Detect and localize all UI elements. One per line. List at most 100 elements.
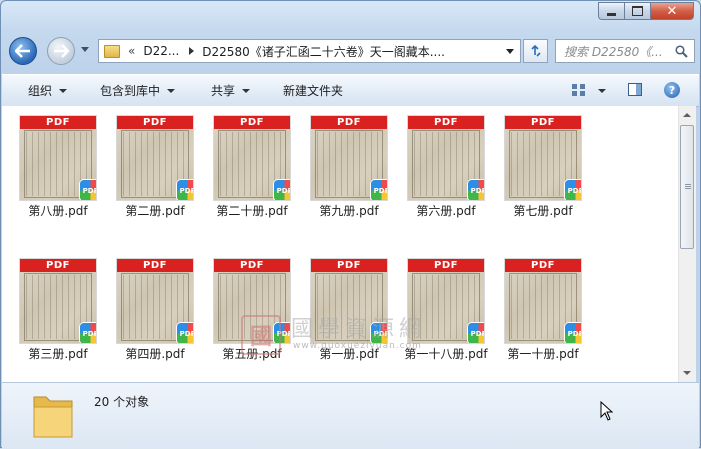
file-item[interactable]: PDF PDF 第二十册.pdf <box>196 106 292 222</box>
pdf-app-icon: PDF <box>177 323 193 343</box>
file-name: 第八册.pdf <box>28 204 88 218</box>
forward-arrow-icon <box>54 44 69 58</box>
details-pane: 20 个对象 <box>2 382 699 449</box>
file-item[interactable]: PDF PDF 第六册.pdf <box>390 106 486 222</box>
pdf-app-icon: PDF <box>80 323 96 343</box>
file-item[interactable]: PDF PDF 第七册.pdf <box>487 106 583 222</box>
pdf-band-label: PDF <box>505 116 581 129</box>
chevron-down-icon <box>242 88 251 93</box>
address-bar[interactable]: « D22... D22580《诸子汇函二十六卷》天一阁藏本.... <box>98 39 521 63</box>
include-in-library-label: 包含到库中 <box>100 84 161 98</box>
file-name: 第一十八册.pdf <box>404 347 488 361</box>
mouse-cursor-icon <box>600 401 614 421</box>
file-name: 第六册.pdf <box>416 204 476 218</box>
refresh-icon <box>530 44 541 57</box>
organize-label: 组织 <box>28 84 53 98</box>
file-name: 第二册.pdf <box>125 204 185 218</box>
file-item[interactable]: PDF PDF 第三册.pdf <box>2 249 98 365</box>
file-list[interactable]: PDF PDF 第八册.pdf PDF PDF 第二册.pdf PDF PDF 第二十册.pdf… <box>2 106 678 382</box>
search-box[interactable]: 搜索 D22580《... <box>555 39 695 63</box>
pdf-band-label: PDF <box>117 116 193 129</box>
forward-button[interactable] <box>47 37 75 65</box>
scroll-down-icon[interactable] <box>683 371 691 375</box>
pdf-thumbnail: PDF PDF <box>20 116 96 200</box>
pdf-app-icon: PDF <box>371 323 387 343</box>
pdf-app-icon: PDF <box>468 323 484 343</box>
recent-pages-dropdown[interactable] <box>81 47 89 52</box>
folder-icon <box>104 44 120 58</box>
file-name: 第三册.pdf <box>28 347 88 361</box>
pdf-app-icon: PDF <box>371 180 387 200</box>
pdf-thumbnail: PDF PDF <box>20 259 96 343</box>
pdf-thumbnail: PDF PDF <box>214 116 290 200</box>
search-icon[interactable] <box>675 45 688 58</box>
help-icon[interactable]: ? <box>664 82 680 98</box>
file-name: 第四册.pdf <box>125 347 185 361</box>
file-item[interactable]: PDF PDF 第四册.pdf <box>99 249 195 365</box>
share-button[interactable]: 共享 <box>211 75 251 106</box>
pdf-band-label: PDF <box>505 259 581 272</box>
new-folder-label: 新建文件夹 <box>283 84 344 98</box>
pdf-thumbnail: PDF PDF <box>117 259 193 343</box>
search-input[interactable]: 搜索 D22580《... <box>564 43 672 60</box>
maximize-icon <box>632 6 643 16</box>
include-in-library-button[interactable]: 包含到库中 <box>100 75 176 106</box>
close-button[interactable]: ✕ <box>650 2 694 20</box>
caption-buttons: ✕ <box>598 2 694 20</box>
file-item[interactable]: PDF PDF 第二册.pdf <box>99 106 195 222</box>
file-name: 第七册.pdf <box>513 204 573 218</box>
pdf-band-label: PDF <box>117 259 193 272</box>
pdf-thumbnail: PDF PDF <box>505 116 581 200</box>
pdf-app-icon: PDF <box>80 180 96 200</box>
breadcrumb-overflow[interactable]: « <box>128 44 135 58</box>
pdf-thumbnail: PDF PDF <box>408 116 484 200</box>
breadcrumb-separator-icon[interactable] <box>189 47 195 55</box>
folder-icon <box>33 396 73 438</box>
refresh-button[interactable] <box>523 39 548 63</box>
file-item[interactable]: PDF PDF 第九册.pdf <box>293 106 389 222</box>
scrollbar-thumb[interactable] <box>680 125 694 249</box>
pdf-app-icon: PDF <box>565 323 581 343</box>
vertical-scrollbar[interactable] <box>678 106 696 382</box>
pdf-band-label: PDF <box>408 116 484 129</box>
address-dropdown[interactable] <box>506 49 514 54</box>
file-name: 第九册.pdf <box>319 204 379 218</box>
back-arrow-icon <box>15 44 30 58</box>
pdf-band-label: PDF <box>214 116 290 129</box>
pdf-thumbnail: PDF PDF <box>505 259 581 343</box>
pdf-app-icon: PDF <box>274 180 290 200</box>
close-icon: ✕ <box>666 3 678 19</box>
explorer-window: ✕ « D22... D22580《诸子汇函二十六卷》天一阁藏本.... 搜索 … <box>0 0 701 449</box>
maximize-button[interactable] <box>624 2 650 20</box>
file-item[interactable]: PDF PDF 第五册.pdf <box>196 249 292 365</box>
pdf-thumbnail: PDF PDF <box>311 116 387 200</box>
file-item[interactable]: PDF PDF 第八册.pdf <box>2 106 98 222</box>
file-item[interactable]: PDF PDF 第一十八册.pdf <box>390 249 488 365</box>
view-options-dropdown[interactable] <box>598 89 606 93</box>
new-folder-button[interactable]: 新建文件夹 <box>283 75 343 106</box>
pdf-band-label: PDF <box>214 259 290 272</box>
command-bar: 组织 包含到库中 共享 新建文件夹 ? <box>2 74 699 107</box>
file-name: 第一十册.pdf <box>507 347 579 361</box>
change-view-icon[interactable] <box>571 83 587 97</box>
chevron-down-icon <box>167 88 176 93</box>
preview-pane-icon[interactable] <box>628 83 642 96</box>
file-item[interactable]: PDF PDF 第一册.pdf <box>293 249 389 365</box>
file-name: 第一册.pdf <box>319 347 379 361</box>
organize-button[interactable]: 组织 <box>28 75 68 106</box>
pdf-thumbnail: PDF PDF <box>117 116 193 200</box>
minimize-button[interactable] <box>598 2 624 20</box>
file-name: 第二十册.pdf <box>216 204 288 218</box>
pdf-band-label: PDF <box>20 116 96 129</box>
back-button[interactable] <box>9 37 37 65</box>
breadcrumb-segment-parent[interactable]: D22... <box>143 44 179 58</box>
breadcrumb-segment-current[interactable]: D22580《诸子汇函二十六卷》天一阁藏本.... <box>202 43 445 60</box>
file-item[interactable]: PDF PDF 第一十册.pdf <box>487 249 583 365</box>
pdf-app-icon: PDF <box>177 180 193 200</box>
share-label: 共享 <box>211 84 236 98</box>
minimize-icon <box>607 12 616 16</box>
pdf-band-label: PDF <box>408 259 484 272</box>
scroll-up-icon[interactable] <box>683 113 691 117</box>
grip-icon <box>685 184 691 185</box>
pdf-thumbnail: PDF PDF <box>408 259 484 343</box>
